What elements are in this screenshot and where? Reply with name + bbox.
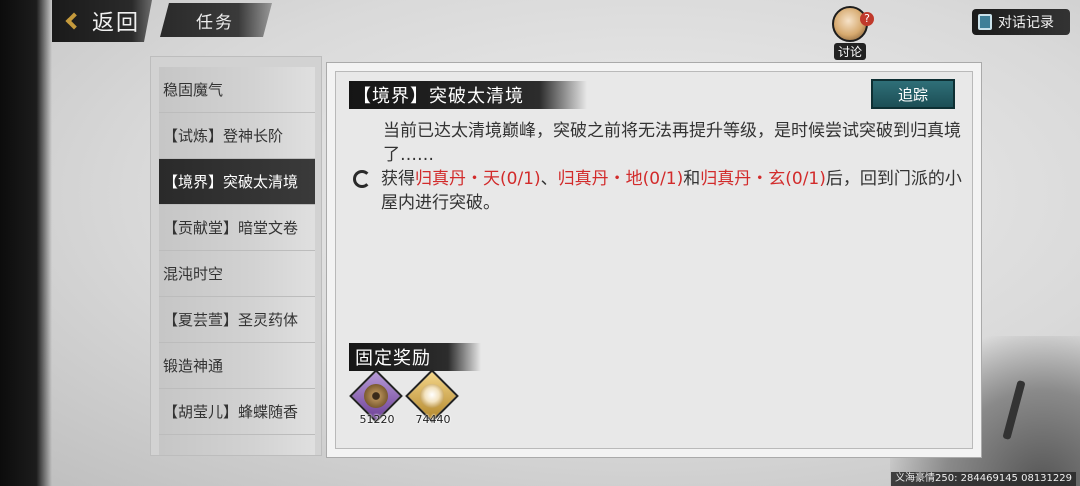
quest-item[interactable]: 稳固魔气 (159, 67, 315, 113)
coin-icon (364, 384, 388, 408)
progress-ring-icon (353, 170, 371, 188)
objective-item: 归真丹・天 (415, 169, 500, 189)
objective-progress: (0/1) (500, 169, 541, 189)
objective-item: 归真丹・地 (557, 169, 643, 189)
footer-watermark: 义海豪情250: 284469145 08131229 (891, 472, 1076, 486)
experience-icon (420, 384, 444, 408)
quest-item[interactable]: 【夏芸萱】圣灵药体 (159, 297, 315, 343)
objective-text: 获得归真丹・天(0/1)、归真丹・地(0/1)和归真丹・玄(0/1)后，回到门派… (381, 167, 963, 215)
page-title-text: 任务 (196, 12, 234, 33)
back-button[interactable]: 返回 (52, 0, 152, 42)
objective-progress: (0/1) (642, 169, 684, 189)
objective-progress: (0/1) (785, 169, 826, 189)
book-icon (978, 14, 992, 30)
quest-item[interactable]: 【胡莹儿】蜂蝶随香 (159, 389, 315, 435)
quest-title: 【境界】突破太清境 (353, 86, 524, 107)
reward-count: 51220 (359, 413, 395, 426)
quest-item[interactable]: 锻造神通 (159, 343, 315, 389)
objective-item: 归真丹・玄 (700, 169, 786, 189)
page-title: 任务 (160, 3, 272, 37)
quest-objective: 获得归真丹・天(0/1)、归真丹・地(0/1)和归真丹・玄(0/1)后，回到门派… (353, 167, 963, 215)
quest-item[interactable]: 混沌时空 (159, 251, 315, 297)
quest-item[interactable]: 【试炼】登神长阶 (159, 113, 315, 159)
quest-item[interactable] (159, 435, 315, 455)
objective-prefix: 获得 (381, 169, 415, 189)
discuss-avatar-icon (832, 6, 874, 42)
reward-item-coin[interactable]: 51220 (349, 369, 403, 429)
reward-title: 固定奖励 (349, 343, 481, 371)
track-button[interactable]: 追踪 (871, 79, 955, 109)
dialog-log-button[interactable]: 对话记录 (972, 9, 1070, 35)
back-label: 返回 (92, 11, 141, 36)
quest-item[interactable]: 【贡献堂】暗堂文卷 (159, 205, 315, 251)
quest-item-selected[interactable]: 【境界】突破太清境 (159, 159, 315, 205)
chevron-left-icon (65, 12, 83, 30)
reward-item-experience[interactable]: 74440 (405, 369, 459, 429)
quest-title-bar: 【境界】突破太清境 (349, 81, 587, 109)
objective-separator: 和 (683, 169, 701, 189)
discuss-button[interactable]: 讨论 (824, 6, 876, 60)
dialog-log-label: 对话记录 (998, 15, 1054, 31)
left-shade (0, 0, 52, 486)
reward-title-text: 固定奖励 (355, 348, 431, 369)
quest-detail-panel: 【境界】突破太清境 追踪 当前已达太清境巅峰，突破之前将无法再提升等级，是时候尝… (326, 62, 982, 458)
objective-separator: 、 (540, 169, 558, 189)
quest-list[interactable]: 稳固魔气 【试炼】登神长阶 【境界】突破太清境 【贡献堂】暗堂文卷 混沌时空 【… (150, 56, 322, 456)
quest-description: 当前已达太清境巅峰，突破之前将无法再提升等级，是时候尝试突破到归真境了…… (383, 121, 961, 165)
discuss-label: 讨论 (833, 43, 866, 60)
reward-count: 74440 (415, 413, 451, 426)
